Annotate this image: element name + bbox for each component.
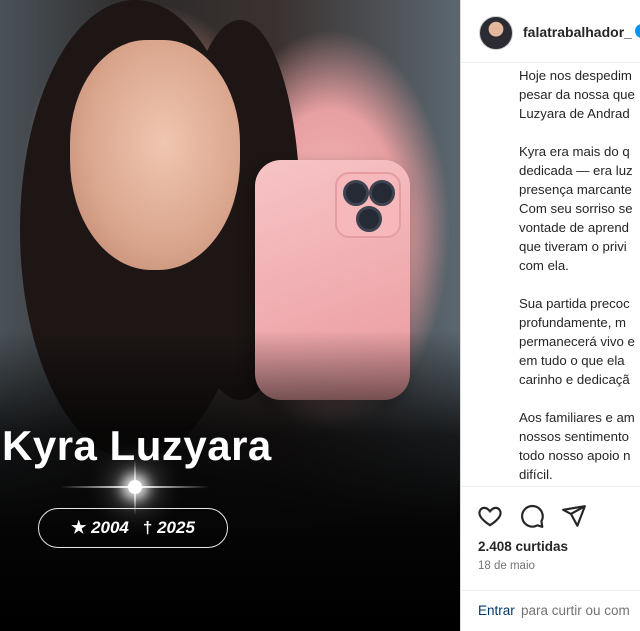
caption-line: Hoje nos despedim — [519, 68, 632, 83]
post-header: falatrabalhador_ — [461, 0, 640, 63]
lens — [356, 206, 382, 232]
login-prompt: para curtir ou com — [521, 603, 630, 618]
caption-line: Luzyara de Andrad — [519, 106, 630, 121]
send-icon[interactable] — [561, 503, 587, 529]
caption-line: que tiveram o privi — [519, 239, 627, 254]
caption-line: Kyra era mais do q — [519, 144, 630, 159]
caption-line: profundamente, m — [519, 315, 627, 330]
birth-year: 2004 — [91, 518, 129, 537]
divider — [461, 486, 640, 487]
caption-line: presença marcante — [519, 182, 632, 197]
divider — [461, 590, 640, 591]
death-year: 2025 — [157, 518, 195, 537]
caption-line: dedicada — era luz — [519, 163, 633, 178]
caption-line: todo nosso apoio n — [519, 448, 631, 463]
likes-count[interactable]: 2.408 curtidas — [478, 539, 568, 554]
camera-module — [335, 172, 401, 238]
comment-icon[interactable] — [519, 503, 545, 529]
death-date: † 2025 — [143, 518, 195, 538]
caption-line: pesar da nossa que — [519, 87, 635, 102]
caption-line: com ela. — [519, 258, 569, 273]
face — [70, 40, 240, 270]
caption-line: difícil. — [519, 467, 553, 482]
post-date: 18 de maio — [478, 560, 535, 572]
dates-pill: ★ 2004 † 2025 — [38, 508, 228, 548]
caption-line: permanecerá vivo e — [519, 334, 635, 349]
lens — [369, 180, 395, 206]
light-flare — [128, 480, 142, 494]
lens — [343, 180, 369, 206]
post-caption: Hoje nos despedim pesar da nossa que Luzya… — [519, 66, 640, 484]
post-image[interactable]: Kyra Luzyara ★ 2004 † 2025 — [0, 0, 460, 631]
login-link[interactable]: Entrar — [478, 603, 515, 618]
caption-line: em tudo o que ela — [519, 353, 625, 368]
caption-line: carinho e dedicaçã — [519, 372, 630, 387]
verified-badge-icon — [635, 24, 640, 38]
caption-line: vontade de aprend — [519, 220, 629, 235]
caption-line: nossos sentimento — [519, 429, 629, 444]
caption-line: Aos familiares e am — [519, 410, 635, 425]
name-overlay: Kyra Luzyara — [2, 422, 272, 469]
username[interactable]: falatrabalhador_ — [523, 24, 632, 40]
star-icon: ★ — [71, 518, 87, 537]
caption-line: Sua partida precoc — [519, 296, 630, 311]
caption-line: Com seu sorriso se — [519, 201, 633, 216]
heart-icon[interactable] — [477, 503, 503, 529]
post-sidebar: falatrabalhador_ Hoje nos despedim pesar … — [460, 0, 640, 631]
avatar[interactable] — [479, 16, 513, 50]
bottom-shade — [0, 330, 460, 631]
cross-icon: † — [142, 518, 153, 537]
birth-date: ★ 2004 — [71, 518, 129, 538]
